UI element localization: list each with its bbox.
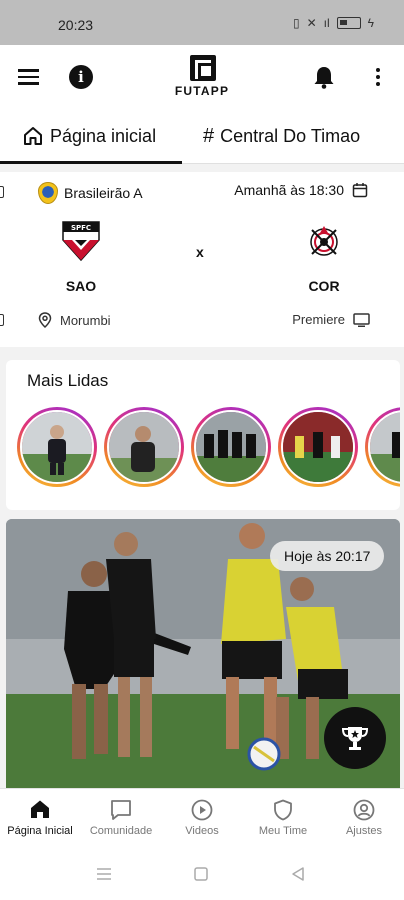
tab-central-do-timao[interactable]: # Central Do Timao (203, 122, 360, 150)
stories-row[interactable] (17, 407, 400, 487)
story-item[interactable] (17, 407, 97, 487)
league-badge-icon (38, 182, 58, 204)
menu-icon[interactable] (16, 65, 40, 89)
story-thumbnail (368, 410, 400, 484)
more-options-icon[interactable] (372, 65, 384, 89)
location-pin-icon (38, 312, 52, 328)
venue-info: Morumbi (38, 312, 111, 328)
story-item[interactable] (365, 407, 400, 487)
nav-label: Página Inicial (7, 825, 73, 837)
story-item[interactable] (191, 407, 271, 487)
tv-icon (353, 312, 370, 327)
logo-mark (190, 55, 216, 81)
broadcast-info: Premiere (292, 312, 370, 327)
section-title: Mais Lidas (27, 371, 109, 390)
nav-videos[interactable]: Videos (162, 799, 242, 837)
home-icon (24, 127, 42, 145)
user-icon (353, 799, 375, 821)
prev-card-calendar-icon (0, 186, 4, 198)
recent-apps-icon[interactable] (96, 866, 112, 882)
league-info: Brasileirão A (38, 182, 143, 204)
nav-label: Meu Time (258, 825, 308, 837)
broadcast-name: Premiere (292, 312, 345, 327)
status-icons: ▯ ✕ ıl ϟ (293, 16, 374, 30)
nav-ajustes[interactable]: Ajustes (324, 799, 404, 837)
shield-icon (274, 799, 292, 821)
cor-crest-icon (310, 226, 338, 256)
league-name: Brasileirão A (64, 185, 143, 201)
bottom-nav: Página Inicial Comunidade Videos Meu Tim… (0, 788, 404, 848)
mais-lidas-section: Mais Lidas (6, 360, 400, 510)
calendar-icon (352, 183, 368, 198)
tab-label: Central Do Timao (220, 125, 361, 146)
nav-meu-time[interactable]: Meu Time (243, 799, 323, 837)
tab-label: Página inicial (50, 125, 157, 146)
logo-text: FUTAPP (174, 84, 230, 98)
nav-label: Videos (185, 825, 219, 837)
back-icon[interactable] (290, 866, 306, 882)
svg-text:SPFC: SPFC (71, 224, 91, 232)
venue-name: Morumbi (60, 312, 111, 328)
versus-label: x (196, 244, 204, 260)
tab-bar: Página inicial # Central Do Timao (0, 110, 404, 164)
away-team-name: COR (308, 278, 340, 294)
no-signal-icon: ✕ (306, 16, 317, 30)
nav-label: Ajustes (345, 825, 383, 837)
battery-icon (336, 17, 361, 29)
news-card[interactable]: Hoje às 20:17 (6, 519, 400, 788)
trophy-icon (341, 727, 369, 750)
status-time: 20:23 (58, 17, 94, 33)
info-icon[interactable]: i (69, 65, 93, 89)
news-time-chip: Hoje às 20:17 (270, 541, 385, 571)
story-thumbnail (20, 410, 94, 484)
bell-icon[interactable] (312, 65, 336, 89)
active-tab-indicator (0, 161, 182, 164)
prev-card-tv-icon (0, 314, 4, 326)
play-icon (191, 799, 213, 821)
home-icon (31, 800, 49, 818)
home-button-icon[interactable] (193, 866, 209, 882)
charging-icon: ϟ (367, 16, 374, 30)
chat-icon (111, 800, 131, 820)
story-item[interactable] (104, 407, 184, 487)
system-nav-bar (0, 848, 404, 900)
wifi-icon: ıl (323, 16, 330, 30)
status-bar: 20:23 ▯ ✕ ıl ϟ (0, 0, 404, 45)
hash-icon: # (203, 124, 215, 147)
story-thumbnail (281, 410, 355, 484)
trophy-fab-button[interactable] (324, 707, 386, 769)
nav-label: Comunidade (89, 825, 153, 837)
story-thumbnail (194, 410, 268, 484)
vibrate-icon: ▯ (292, 16, 300, 30)
tab-pagina-inicial[interactable]: Página inicial (22, 122, 156, 150)
story-item[interactable] (278, 407, 358, 487)
match-card[interactable]: Brasileirão A Amanhã às 18:30 SPFC x SAO… (0, 172, 404, 347)
app-bar: i FUTAPP (0, 45, 404, 110)
nav-pagina-inicial[interactable]: Página Inicial (0, 799, 80, 837)
home-team-name: SAO (65, 278, 97, 294)
kickoff-info: Amanhã às 18:30 (234, 182, 368, 198)
app-logo: FUTAPP (165, 55, 239, 101)
kickoff-time: Amanhã às 18:30 (234, 182, 344, 198)
nav-comunidade[interactable]: Comunidade (81, 799, 161, 837)
story-thumbnail (107, 410, 181, 484)
sao-crest-icon: SPFC (62, 221, 100, 262)
